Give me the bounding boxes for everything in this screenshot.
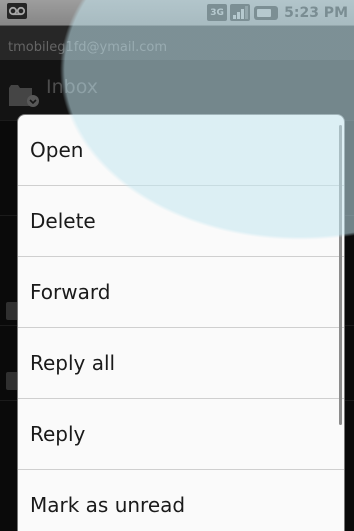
menu-scrollbar[interactable] bbox=[339, 125, 342, 425]
menu-item-reply[interactable]: Reply bbox=[18, 399, 344, 470]
context-menu: Open Delete Forward Reply all Reply Mark… bbox=[18, 115, 344, 531]
menu-item-forward[interactable]: Forward bbox=[18, 257, 344, 328]
menu-item-open[interactable]: Open bbox=[18, 115, 344, 186]
menu-item-delete[interactable]: Delete bbox=[18, 186, 344, 257]
menu-item-reply-all[interactable]: Reply all bbox=[18, 328, 344, 399]
menu-item-mark-as-unread[interactable]: Mark as unread bbox=[18, 470, 344, 531]
